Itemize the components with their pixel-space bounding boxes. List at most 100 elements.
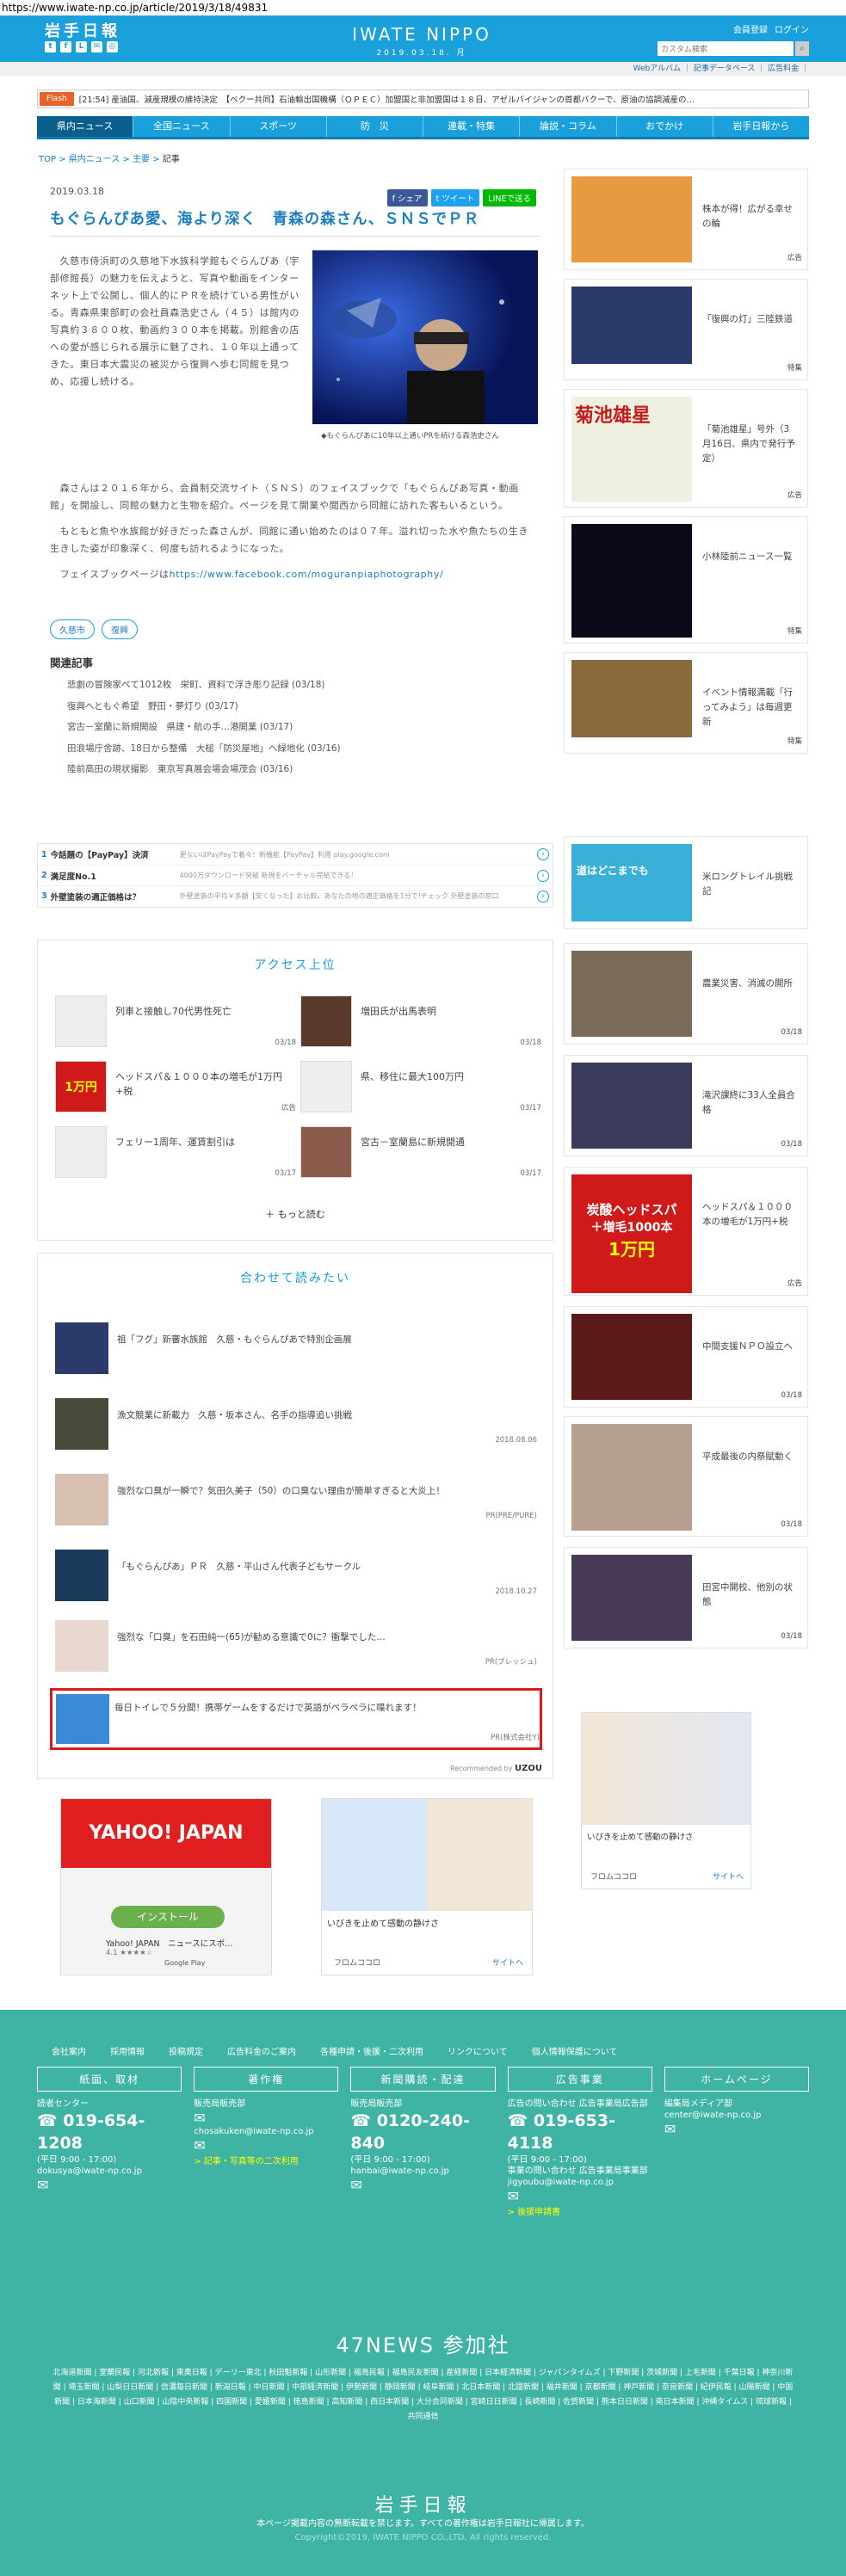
facebook-icon[interactable]: f [60, 41, 71, 52]
recommended-item[interactable]: 強烈な口臭が一瞬で？気田久美子（50）の口臭ない理由が簡単すぎると大炎上！ PR(… [55, 1474, 537, 1525]
flash-text[interactable]: [21:54] 産油国、減産規模の維持決定 【ベクー共同】石油輸出国機構（ＯＰＥ… [79, 93, 695, 105]
tweet-button[interactable]: t ツイート [430, 189, 480, 206]
sidebar-card[interactable]: 株本が得！広がる幸せの輪 広告 [564, 169, 808, 270]
footer-col-heading[interactable]: 新聞購読・配達 [350, 2067, 496, 2092]
chevron-right-icon[interactable]: › [537, 869, 549, 882]
snore-ad-site-link[interactable]: サイトへ [492, 1957, 523, 1968]
related-item[interactable]: 宮古－室蘭に新規開設 県建・航の手…港開業 (03/17) [50, 717, 532, 738]
mail-icon[interactable]: ✉ [508, 2188, 652, 2204]
footer-link-posting-rules[interactable]: 投稿規定 [169, 2044, 203, 2057]
mail-icon[interactable]: ✉ [664, 2121, 809, 2137]
footer-col-email[interactable]: dokusya@iwate-np.co.jp [37, 2166, 182, 2177]
ranking-item[interactable]: フェリー1周年、運賃割引は 03/17 [55, 1126, 296, 1178]
sidebar-card[interactable]: 滝沢課終に33人全員合格 03/18 [564, 1055, 808, 1156]
nav-sports[interactable]: スポーツ [231, 116, 327, 137]
news47-title[interactable]: 47NEWS 参加社 [0, 2328, 846, 2358]
install-button[interactable]: インストール [111, 1906, 225, 1928]
ranking-item[interactable]: 県、移住に最大100万円 03/17 [300, 1061, 541, 1112]
tag-fukkou[interactable]: 復興 [102, 619, 138, 639]
related-item[interactable]: 悲劇の冒険家ペて1012枚 栄町、資料で浮き彫り記録 (03/18) [50, 675, 532, 696]
footer-col-email[interactable]: center@iwate-np.co.jp [664, 2110, 809, 2121]
footer-link-privacy[interactable]: 個人情報保護について [532, 2044, 618, 2057]
register-link[interactable]: 会員登録 [733, 22, 768, 35]
nav-local-news[interactable]: 県内ニュース [37, 116, 134, 137]
ranking-item[interactable]: 列車と接触し70代男性死亡 03/18 [55, 995, 296, 1047]
ad-row[interactable]: 3 外壁塗装の適正価格は？ 外壁塗装の平均￥多額【安くなった】お比較。あなたの地の適… [38, 885, 553, 906]
phone-number[interactable]: ☎ 019-654-1208 [37, 2110, 182, 2154]
sidebar-card[interactable]: 農業災害、消滅の開所 03/18 [564, 943, 808, 1045]
footer-col-heading[interactable]: 広告事業 [507, 2067, 652, 2092]
nav-features[interactable]: 連載・特集 [423, 116, 521, 137]
footer-col-heading[interactable]: 紙面、取材 [37, 2067, 182, 2092]
sidebar-card[interactable]: 菊池雄星 「菊池雄星」号外（3月16日、県内で発行予定） 広告 [564, 389, 808, 508]
footer-link-links[interactable]: リンクについて [448, 2044, 508, 2057]
footer-link-ad-rates[interactable]: 広告料金のご案内 [227, 2044, 296, 2057]
sidebar-card[interactable]: 道はどこまでも 米ロングトレイル挑戦記 [564, 836, 808, 929]
sidebar-snore-ad-site-link[interactable]: サイトへ [713, 1870, 744, 1882]
breadcrumb-area[interactable]: 県内ニュース [69, 155, 120, 164]
login-link[interactable]: ログイン [775, 22, 809, 35]
sidebar-card[interactable]: 小林陸前ニュース一覧 特集 [564, 516, 808, 644]
breadcrumb-cat[interactable]: 主要 [133, 155, 150, 164]
footer-link-recruit[interactable]: 採用情報 [110, 2044, 145, 2057]
phone-number[interactable]: ☎ 019-653-4118 [508, 2110, 652, 2154]
flash-news[interactable]: Flash [21:54] 産油国、減産規模の維持決定 【ベクー共同】石油輸出国… [37, 89, 809, 108]
sidebar-card[interactable]: 中間支援ＮＰＯ設立へ 03/18 [564, 1306, 808, 1408]
nav-from-iwate-nippo[interactable]: 岩手日報から [713, 116, 809, 137]
ad-row[interactable]: 2 満足度No.1 4000万ダウンロード突破 新規をバーチャル完結できる！ › [38, 865, 553, 885]
nav-editorials[interactable]: 論説・コラム [520, 116, 617, 137]
search-input[interactable] [658, 41, 794, 56]
article-photo[interactable] [312, 250, 538, 424]
nav-outing[interactable]: おでかけ [617, 116, 713, 137]
snore-ad[interactable]: いびきを止めて感動の静けさ フロムココロ サイトへ [321, 1798, 533, 1975]
mail-icon[interactable]: ✉ [350, 2177, 495, 2193]
address-bar[interactable]: https://www.iwate-np.co.jp/article/2019/… [0, 0, 846, 15]
line-icon[interactable]: L [76, 41, 87, 52]
mail-icon[interactable]: ✉ [194, 2110, 338, 2126]
mail-icon[interactable]: ✉ [37, 2177, 182, 2193]
facebook-page-link[interactable]: https://www.facebook.com/moguranpiaphoto… [170, 569, 444, 580]
line-share-button[interactable]: LINEで送る [483, 189, 536, 206]
breadcrumb-top[interactable]: TOP [39, 155, 56, 164]
site-logo[interactable]: 岩手日報 [45, 19, 120, 41]
ranking-item[interactable]: 増田氏が出馬表明 03/18 [300, 995, 541, 1047]
ranking-item[interactable]: 宮古－室蘭島に新規開通 03/17 [300, 1126, 541, 1178]
related-item[interactable]: 田浪場庁舎跡、18日から整備 大槌「防災屋地」へ緑地化 (03/16) [50, 738, 532, 760]
brand-name[interactable]: IWATE NIPPO [340, 24, 503, 45]
mail-icon[interactable]: ✉ [91, 41, 102, 52]
footer-col-heading[interactable]: 著作権 [194, 2067, 339, 2092]
twitter-icon[interactable]: t [45, 41, 56, 52]
news47-member-papers[interactable]: 北海道新聞 | 室蘭民報 | 河北新報 | 東奥日報 | デーリー東北 | 秋田… [52, 2366, 794, 2425]
mail-icon[interactable]: ✉ [194, 2137, 338, 2154]
footer-col-email[interactable]: chosakuken@iwate-np.co.jp [194, 2126, 338, 2137]
related-item[interactable]: 陸前高田の現状撮影 東京写真展会場会場茂会 (03/16) [50, 759, 532, 780]
recommended-item-highlighted[interactable]: 毎日トイレで５分間！携帯ゲームをするだけで英語がペラペラに喋れます！ PR(株式会… [50, 1688, 542, 1750]
sidebar-card[interactable]: 「復興の灯」三陸鉄道 特集 [564, 279, 808, 380]
recommended-item[interactable]: 祖「フグ」新審水族館 久慈・もぐらんぴあで特別企画展 [55, 1322, 537, 1374]
secondary-use-link[interactable]: > 記事・写真等の二次利用 [194, 2154, 338, 2166]
related-item[interactable]: 復興へともぐ希望 野田・夢灯り (03/17) [50, 696, 532, 718]
ranking-item[interactable]: 1万円 ヘッドスパ＆１０００本の増毛が1万円+税 広告 [55, 1061, 296, 1112]
nav-disaster[interactable]: 防 災 [327, 116, 423, 137]
footer-link-company[interactable]: 会社案内 [52, 2044, 86, 2057]
chevron-right-icon[interactable]: › [537, 890, 549, 903]
footer-logo[interactable]: 岩手日報 [0, 2490, 846, 2517]
facebook-share-button[interactable]: f シェア [386, 189, 428, 206]
footer-col-email[interactable]: hanbai@iwate-np.co.jp [350, 2166, 495, 2177]
recommended-item[interactable]: 強烈な「口臭」を石田純一(65)が勧める意識で0に？衝撃でした… PR(ブレッシュ… [55, 1620, 537, 1672]
footer-col-email[interactable]: 事業の問い合わせ 広告事業局事業部 jigyoubu@iwate-np.co.j… [508, 2166, 652, 2188]
sidebar-card[interactable]: イベント情報満載「行ってみよう」は毎週更新 特集 [564, 652, 808, 754]
sponsorship-link[interactable]: > 後援申請書 [508, 2204, 652, 2217]
sidebar-card[interactable]: 炭酸ヘッドスパ ＋増毛1000本 1万円 ヘッドスパ＆１０００本の増毛が1万円+税 広告 [564, 1167, 808, 1296]
ad-row[interactable]: 1 今話題の【PayPay】決済 更ないはPayPayで着々！新機能【PayPay】… [38, 844, 553, 865]
sidebar-card[interactable]: 平成最後の内祭賦動く 03/18 [564, 1416, 808, 1537]
recommended-item[interactable]: 漁文競業に新載力 久慈・坂本さん、名手の指導追い挑戦 2018.08.06 [55, 1398, 537, 1450]
read-more-button[interactable]: ＋ もっと読む [38, 1207, 553, 1221]
phone-number[interactable]: ☎ 0120-240-840 [350, 2110, 495, 2154]
nav-national-news[interactable]: 全国ニュース [133, 116, 231, 137]
chevron-right-icon[interactable]: › [537, 848, 549, 860]
search-icon[interactable]: ⌕ [795, 41, 809, 56]
recommended-item[interactable]: 「もぐらんぴあ」ＰＲ 久慈・平山さん代表子どもサークル 2018.10.27 [55, 1550, 537, 1601]
tag-kuji[interactable]: 久慈市 [50, 619, 95, 639]
powered-by[interactable]: Recommended by UZOU [450, 1764, 542, 1773]
